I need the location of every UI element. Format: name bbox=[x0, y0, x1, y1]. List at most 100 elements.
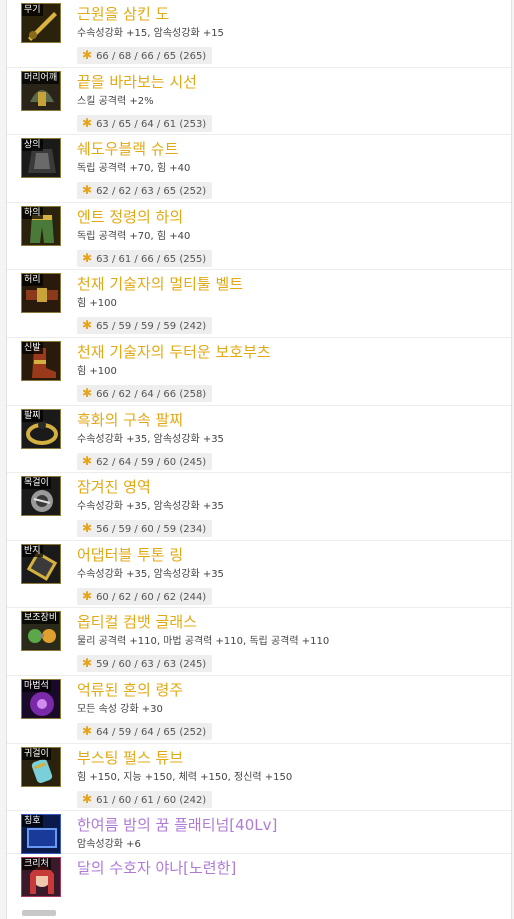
slot-label: 무기 bbox=[22, 4, 43, 16]
stat-bar: ✱ 62 / 62 / 63 / 65 (252) bbox=[77, 182, 213, 200]
equipment-item-creature[interactable]: 크리처 달의 수호자 야나[노련한] bbox=[7, 854, 511, 914]
item-name[interactable]: 부스팅 펄스 튜브 bbox=[77, 748, 183, 768]
equipment-item-boots[interactable]: 신발 천재 기술자의 두터운 보호부츠 힘 +100 ✱ 66 / 62 / 64… bbox=[7, 338, 511, 406]
stat-values: 56 / 59 / 60 / 59 (234) bbox=[96, 524, 207, 536]
star-icon: ✱ bbox=[82, 521, 93, 536]
item-name[interactable]: 달의 수호자 야나[노련한] bbox=[77, 858, 236, 878]
equipment-item-earring[interactable]: 귀걸이 부스팅 펄스 튜브 힘 +150, 지능 +150, 체력 +150, … bbox=[7, 744, 511, 812]
slot-label: 허리 bbox=[22, 274, 43, 287]
pants-icon: 하의 bbox=[21, 205, 61, 246]
item-option: 모든 속성 강화 +30 bbox=[77, 703, 163, 715]
title-icon: 칭호 bbox=[21, 814, 61, 855]
equipment-item-magic-stone[interactable]: 마법석 억류된 혼의 령주 모든 속성 강화 +30 ✱ 64 / 59 / 64… bbox=[7, 676, 511, 744]
item-name[interactable]: 한여름 밤의 꿈 플래티넘[40Lv] bbox=[77, 815, 277, 835]
slot-label: 칭호 bbox=[22, 815, 43, 828]
glasses-icon: 보조장비 bbox=[21, 611, 61, 652]
scroll-indicator bbox=[22, 910, 56, 916]
stat-bar: ✱ 59 / 60 / 63 / 63 (245) bbox=[77, 655, 213, 673]
stat-values: 61 / 60 / 61 / 60 (242) bbox=[96, 794, 207, 806]
star-icon: ✱ bbox=[82, 453, 93, 468]
equipment-item-bracelet[interactable]: 팔찌 흑화의 구속 팔찌 수속성강화 +35, 암속성강화 +35 ✱ 62 / … bbox=[7, 406, 511, 474]
stat-values: 63 / 61 / 66 / 65 (255) bbox=[96, 253, 207, 265]
stat-values: 64 / 59 / 64 / 65 (252) bbox=[96, 726, 207, 738]
item-name[interactable]: 옵티컬 컴뱃 글래스 bbox=[77, 612, 197, 632]
slot-label: 신발 bbox=[22, 341, 43, 354]
necklace-icon: 목걸이 bbox=[21, 476, 61, 517]
creature-icon: 크리처 bbox=[21, 857, 61, 898]
equipment-item-weapon[interactable]: 무기 근원을 삼킨 도 수속성강화 +15, 암속성강화 +15 ✱ 66 / 6… bbox=[7, 0, 511, 68]
item-name[interactable]: 어댑터블 투톤 링 bbox=[77, 545, 183, 565]
equipment-item-sub[interactable]: 보조장비 옵티컬 컴뱃 글래스 물리 공격력 +110, 마법 공격력 +110… bbox=[7, 608, 511, 676]
slot-label: 하의 bbox=[22, 206, 43, 219]
slot-label: 반지 bbox=[22, 544, 43, 557]
stat-values: 62 / 64 / 59 / 60 (245) bbox=[96, 456, 207, 468]
slot-label: 팔찌 bbox=[22, 409, 43, 422]
top-armor-icon: 상의 bbox=[21, 138, 61, 179]
equipment-panel: 무기 근원을 삼킨 도 수속성강화 +15, 암속성강화 +15 ✱ 66 / 6… bbox=[6, 0, 512, 919]
star-icon: ✱ bbox=[82, 385, 93, 400]
slot-label: 크리처 bbox=[22, 858, 51, 871]
stat-bar: ✱ 66 / 68 / 66 / 65 (265) bbox=[77, 47, 213, 64]
stat-values: 62 / 62 / 63 / 65 (252) bbox=[96, 186, 207, 198]
item-option: 물리 공격력 +110, 마법 공격력 +110, 독립 공격력 +110 bbox=[77, 636, 330, 648]
item-option: 힘 +100 bbox=[77, 365, 117, 377]
star-icon: ✱ bbox=[82, 791, 93, 806]
star-icon: ✱ bbox=[82, 250, 93, 265]
item-option: 암속성강화 +6 bbox=[77, 839, 141, 851]
equipment-item-belt[interactable]: 허리 천재 기술자의 멀티툴 벨트 힘 +100 ✱ 65 / 59 / 59 /… bbox=[7, 270, 511, 338]
equipment-item-ring[interactable]: 반지 어댑터블 투톤 링 수속성강화 +35, 암속성강화 +35 ✱ 60 / … bbox=[7, 541, 511, 609]
item-option: 스킬 공격력 +2% bbox=[77, 95, 154, 107]
equipment-item-shoulder[interactable]: 머리어깨 끝을 바라보는 시선 스킬 공격력 +2% ✱ 63 / 65 / 64… bbox=[7, 68, 511, 136]
slot-label: 보조장비 bbox=[22, 612, 60, 625]
star-icon: ✱ bbox=[82, 115, 93, 130]
item-option: 수속성강화 +35, 암속성강화 +35 bbox=[77, 501, 224, 513]
item-option: 독립 공격력 +70, 힘 +40 bbox=[77, 230, 191, 242]
sword-icon: 무기 bbox=[21, 3, 61, 43]
item-name[interactable]: 천재 기술자의 멀티툴 벨트 bbox=[77, 274, 243, 294]
item-name[interactable]: 끝을 바라보는 시선 bbox=[77, 72, 197, 92]
stat-bar: ✱ 66 / 62 / 64 / 66 (258) bbox=[77, 384, 213, 402]
equipment-item-top[interactable]: 상의 쉐도우블랙 슈트 독립 공격력 +70, 힘 +40 ✱ 62 / 62 /… bbox=[7, 135, 511, 203]
item-name[interactable]: 천재 기술자의 두터운 보호부츠 bbox=[77, 342, 271, 362]
item-name[interactable]: 엔트 정령의 하의 bbox=[77, 207, 183, 227]
stat-values: 59 / 60 / 63 / 63 (245) bbox=[96, 659, 207, 671]
item-name[interactable]: 근원을 삼킨 도 bbox=[77, 4, 169, 24]
slot-label: 귀걸이 bbox=[22, 747, 51, 760]
stat-values: 65 / 59 / 59 / 59 (242) bbox=[96, 321, 207, 333]
stat-bar: ✱ 61 / 60 / 61 / 60 (242) bbox=[77, 790, 213, 808]
star-icon: ✱ bbox=[82, 723, 93, 738]
item-name[interactable]: 쉐도우블랙 슈트 bbox=[77, 139, 178, 159]
stat-values: 63 / 65 / 64 / 61 (253) bbox=[96, 118, 207, 130]
stat-bar: ✱ 63 / 65 / 64 / 61 (253) bbox=[77, 114, 213, 132]
stat-bar: ✱ 62 / 64 / 59 / 60 (245) bbox=[77, 452, 213, 470]
stat-bar: ✱ 65 / 59 / 59 / 59 (242) bbox=[77, 317, 213, 335]
item-name[interactable]: 흑화의 구속 팔찌 bbox=[77, 410, 183, 430]
star-icon: ✱ bbox=[82, 656, 93, 671]
earring-icon: 귀걸이 bbox=[21, 746, 61, 787]
stat-bar: ✱ 63 / 61 / 66 / 65 (255) bbox=[77, 249, 213, 267]
boots-icon: 신발 bbox=[21, 340, 61, 381]
item-option: 수속성강화 +35, 암속성강화 +35 bbox=[77, 568, 224, 580]
equipment-item-title[interactable]: 칭호 한여름 밤의 꿈 플래티넘[40Lv] 암속성강화 +6 bbox=[7, 811, 511, 855]
item-option: 독립 공격력 +70, 힘 +40 bbox=[77, 163, 191, 175]
stat-values: 60 / 62 / 60 / 62 (244) bbox=[96, 591, 207, 603]
stat-values: 66 / 62 / 64 / 66 (258) bbox=[96, 388, 207, 400]
star-icon: ✱ bbox=[82, 318, 93, 333]
item-option: 힘 +100 bbox=[77, 298, 117, 310]
slot-label: 상의 bbox=[22, 139, 43, 152]
slot-label: 마법석 bbox=[22, 679, 51, 692]
stat-values: 66 / 68 / 66 / 65 (265) bbox=[96, 51, 207, 62]
stat-bar: ✱ 56 / 59 / 60 / 59 (234) bbox=[77, 520, 213, 538]
shoulder-armor-icon: 머리어깨 bbox=[21, 70, 61, 111]
star-icon: ✱ bbox=[82, 48, 93, 62]
item-option: 힘 +150, 지능 +150, 체력 +150, 정신력 +150 bbox=[77, 771, 293, 783]
slot-label: 머리어깨 bbox=[22, 71, 60, 84]
item-name[interactable]: 잠겨진 영역 bbox=[77, 477, 151, 497]
stat-bar: ✱ 64 / 59 / 64 / 65 (252) bbox=[77, 722, 213, 740]
stat-bar: ✱ 60 / 62 / 60 / 62 (244) bbox=[77, 587, 213, 605]
equipment-item-pants[interactable]: 하의 엔트 정령의 하의 독립 공격력 +70, 힘 +40 ✱ 63 / 61 … bbox=[7, 203, 511, 271]
equipment-item-necklace[interactable]: 목걸이 잠겨진 영역 수속성강화 +35, 암속성강화 +35 ✱ 56 / 59… bbox=[7, 473, 511, 541]
item-name[interactable]: 억류된 혼의 령주 bbox=[77, 680, 183, 700]
star-icon: ✱ bbox=[82, 183, 93, 198]
ring-icon: 반지 bbox=[21, 543, 61, 584]
